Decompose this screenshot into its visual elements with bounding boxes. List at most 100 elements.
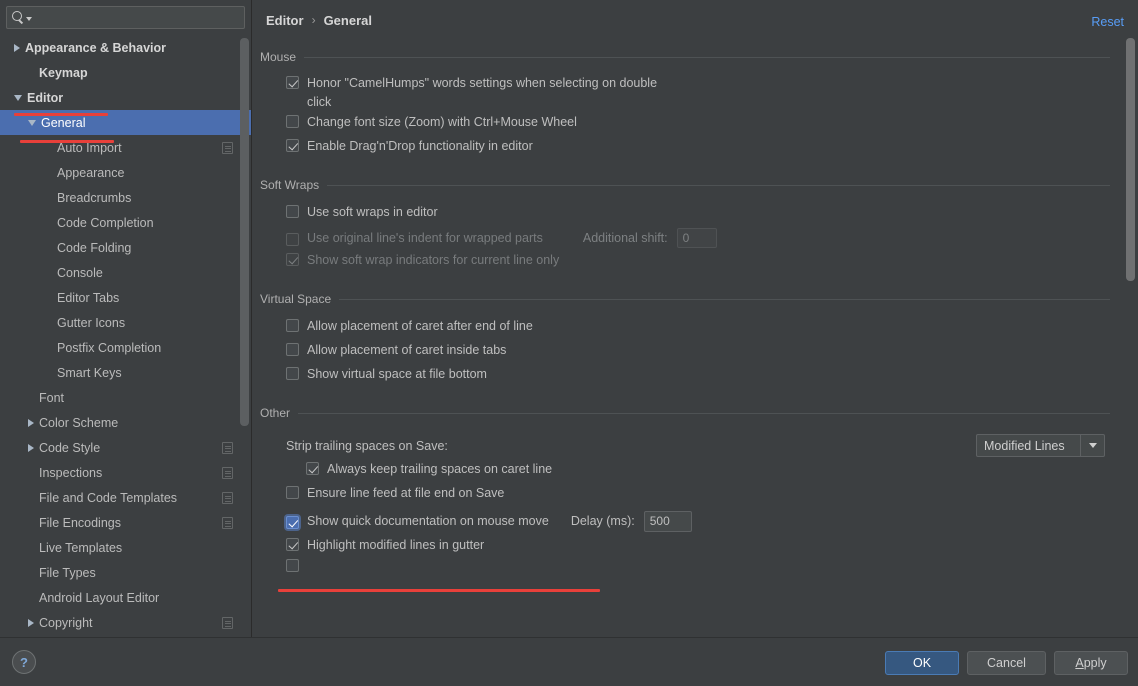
row-strip-trailing-spaces: Strip trailing spaces on Save: Modified …	[260, 432, 1110, 459]
sidebar-item-label: Breadcrumbs	[57, 190, 132, 205]
checkbox-caret-after-end-of-line[interactable]	[286, 319, 299, 332]
checkbox-ensure-line-feed[interactable]	[286, 486, 299, 499]
option-enable-drag-n-drop[interactable]: Enable Drag'n'Drop functionality in edit…	[260, 136, 1110, 160]
section-mouse: Mouse Honor "CamelHumps" words settings …	[260, 46, 1110, 160]
sidebar-item-android-layout-editor[interactable]: Android Layout Editor	[0, 585, 251, 610]
checkbox-show-soft-wrap-indicators	[286, 253, 299, 266]
ok-button[interactable]: OK	[885, 651, 959, 675]
checkbox-use-soft-wraps[interactable]	[286, 205, 299, 218]
checkbox-caret-inside-tabs[interactable]	[286, 343, 299, 356]
section-virtual-space: Virtual Space Allow placement of caret a…	[260, 288, 1110, 388]
sidebar-item-label: Editor	[27, 90, 64, 105]
checkbox-show-virtual-space-bottom[interactable]	[286, 367, 299, 380]
sidebar-item-label: Live Templates	[39, 540, 123, 555]
sidebar-item-breadcrumbs[interactable]: Breadcrumbs	[0, 185, 251, 210]
sidebar-item-console[interactable]: Console	[0, 260, 251, 285]
option-show-virtual-space-bottom[interactable]: Show virtual space at file bottom	[260, 364, 1110, 388]
chevron-right-icon[interactable]	[14, 43, 20, 52]
delay-label: Delay (ms):	[570, 514, 635, 528]
checkbox-enable-drag-n-drop[interactable]	[286, 139, 299, 152]
sidebar-item-keymap[interactable]: Keymap	[0, 60, 251, 85]
copy-settings-icon[interactable]	[222, 491, 233, 504]
chevron-right-icon[interactable]	[28, 618, 34, 627]
copy-settings-icon[interactable]	[222, 466, 233, 479]
copy-settings-icon[interactable]	[222, 616, 233, 629]
sidebar-item-inspections[interactable]: Inspections	[0, 460, 251, 485]
sidebar-scrollbar-thumb[interactable]	[240, 38, 249, 426]
sidebar-item-postfix-completion[interactable]: Postfix Completion	[0, 335, 251, 360]
checkbox-show-quick-documentation[interactable]	[286, 516, 299, 529]
option-honor-camelhumps[interactable]: Honor "CamelHumps" words settings when s…	[260, 73, 1110, 112]
delay-input[interactable]: 500	[643, 510, 692, 532]
sidebar-item-appearance[interactable]: Appearance	[0, 160, 251, 185]
option-always-keep-trailing-spaces[interactable]: Always keep trailing spaces on caret lin…	[260, 459, 1110, 483]
option-show-quick-documentation[interactable]: Show quick documentation on mouse move D…	[260, 507, 1110, 535]
chevron-down-icon[interactable]	[28, 119, 36, 126]
option-use-soft-wraps[interactable]: Use soft wraps in editor	[260, 202, 1110, 226]
checkbox-always-keep-trailing-spaces[interactable]	[306, 462, 319, 475]
option-highlight-modified-lines[interactable]: Highlight modified lines in gutter	[260, 535, 1110, 559]
strip-trailing-dropdown[interactable]: Modified Lines	[976, 434, 1105, 457]
sidebar-search-area	[0, 0, 251, 32]
copy-settings-icon[interactable]	[222, 141, 233, 154]
cancel-button[interactable]: Cancel	[967, 651, 1046, 675]
sidebar-item-color-scheme[interactable]: Color Scheme	[0, 410, 251, 435]
option-caret-after-end-of-line[interactable]: Allow placement of caret after end of li…	[260, 316, 1110, 340]
chevron-down-icon[interactable]	[26, 16, 32, 21]
checkbox-highlight-modified-lines[interactable]	[286, 538, 299, 551]
section-header-virtual-space: Virtual Space	[260, 288, 1110, 310]
breadcrumb-current: General	[323, 12, 372, 28]
section-header-other: Other	[260, 402, 1110, 424]
sidebar-item-file-encodings[interactable]: File Encodings	[0, 510, 251, 535]
sidebar-item-smart-keys[interactable]: Smart Keys	[0, 360, 251, 385]
checkbox-honor-camelhumps[interactable]	[286, 76, 299, 89]
search-input[interactable]	[36, 10, 239, 25]
dropdown-button[interactable]	[1080, 435, 1104, 456]
chevron-right-icon[interactable]	[28, 418, 34, 427]
search-box[interactable]	[6, 6, 245, 29]
dialog-button-bar: ? OK Cancel Apply	[0, 637, 1138, 686]
main-scrollbar-thumb[interactable]	[1126, 38, 1135, 281]
sidebar-item-label: Copyright	[39, 615, 93, 630]
checkbox-partially-visible[interactable]	[286, 559, 299, 572]
sidebar-item-code-folding[interactable]: Code Folding	[0, 235, 251, 260]
sidebar-item-live-templates[interactable]: Live Templates	[0, 535, 251, 560]
reset-link[interactable]: Reset	[1091, 15, 1124, 29]
option-use-original-indent: Use original line's indent for wrapped p…	[260, 226, 1110, 250]
sidebar-item-font[interactable]: Font	[0, 385, 251, 410]
breadcrumb-parent[interactable]: Editor	[266, 13, 304, 28]
copy-settings-icon[interactable]	[222, 441, 233, 454]
chevron-right-icon[interactable]	[28, 443, 34, 452]
sidebar-item-code-completion[interactable]: Code Completion	[0, 210, 251, 235]
search-icon	[12, 11, 25, 24]
sidebar-item-file-and-code-templates[interactable]: File and Code Templates	[0, 485, 251, 510]
checkbox-change-font-size-zoom[interactable]	[286, 115, 299, 128]
sidebar-item-gutter-icons[interactable]: Gutter Icons	[0, 310, 251, 335]
sidebar-item-appearance-behavior[interactable]: Appearance & Behavior	[0, 35, 251, 60]
option-label: Change font size (Zoom) with Ctrl+Mouse …	[307, 115, 577, 129]
sidebar-item-editor[interactable]: Editor	[0, 85, 251, 110]
sidebar-item-editor-tabs[interactable]: Editor Tabs	[0, 285, 251, 310]
sidebar-item-code-style[interactable]: Code Style	[0, 435, 251, 460]
option-caret-inside-tabs[interactable]: Allow placement of caret inside tabs	[260, 340, 1110, 364]
annotation-underline-editor	[14, 113, 108, 116]
apply-button[interactable]: Apply	[1054, 651, 1128, 675]
sidebar-item-label: Font	[39, 390, 65, 405]
option-ensure-line-feed[interactable]: Ensure line feed at file end on Save	[260, 483, 1110, 507]
chevron-down-icon[interactable]	[14, 94, 22, 101]
sidebar-item-auto-import[interactable]: Auto Import	[0, 135, 251, 160]
copy-settings-icon[interactable]	[222, 516, 233, 529]
help-button[interactable]: ?	[12, 650, 36, 674]
section-divider	[304, 56, 1110, 58]
option-change-font-size-zoom[interactable]: Change font size (Zoom) with Ctrl+Mouse …	[260, 112, 1110, 136]
option-partially-visible[interactable]	[260, 559, 1110, 572]
sidebar-item-copyright[interactable]: Copyright	[0, 610, 251, 635]
sidebar-item-file-types[interactable]: File Types	[0, 560, 251, 585]
